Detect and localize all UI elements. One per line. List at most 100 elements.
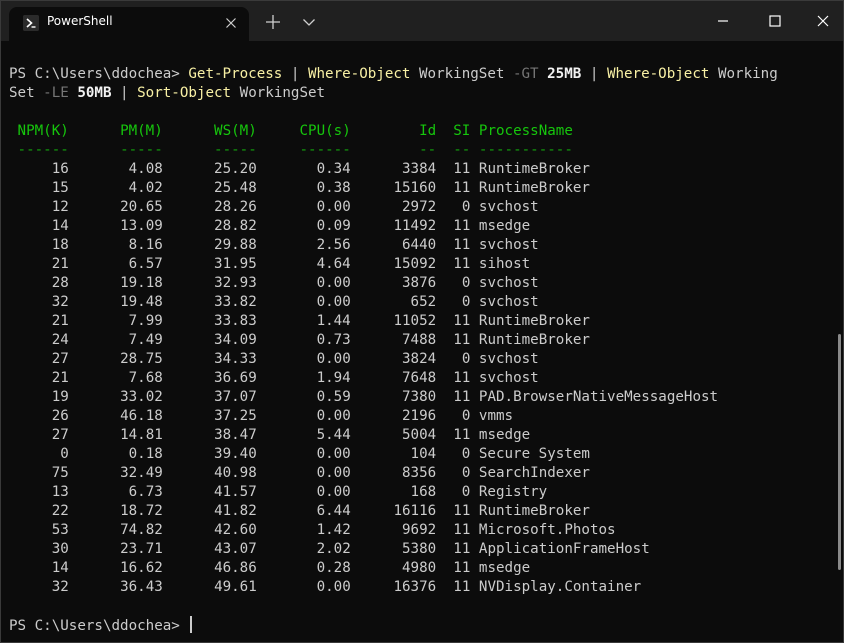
table-separator: ------ ----- ----- ------ -- -- --------…	[9, 141, 573, 160]
cell-3: 2.02	[316, 541, 351, 557]
cell-2: 34.33	[214, 351, 257, 367]
cell-2: 46.86	[214, 560, 257, 576]
column-header-6: ProcessName	[478, 123, 573, 139]
table-row: 21 6.57 31.95 4.64 15092 11 sihost	[9, 255, 530, 274]
cell-1: 7.49	[128, 332, 163, 348]
cell-2: 33.82	[214, 294, 257, 310]
scrollbar[interactable]	[838, 334, 841, 570]
plus-icon[interactable]	[263, 12, 283, 32]
maximize-icon[interactable]	[763, 9, 787, 33]
cell-6: Registry	[478, 484, 548, 500]
cell-0: 12	[51, 199, 69, 215]
cell-1: 7.99	[128, 313, 163, 329]
cell-1: 6.73	[128, 484, 163, 500]
cell-0: 28	[51, 275, 69, 291]
cell-1: 6.57	[128, 256, 163, 272]
table-row: 22 18.72 41.82 6.44 16116 11 RuntimeBrok…	[9, 502, 590, 521]
cell-6: svchost	[478, 237, 539, 253]
command-token: WorkingSet	[410, 66, 513, 82]
chevron-down-icon[interactable]	[299, 12, 319, 32]
command-token: Where-Object	[307, 66, 411, 82]
cell-5: 11	[453, 180, 471, 196]
table-row: 18 8.16 29.88 2.56 6440 11 svchost	[9, 236, 539, 255]
command-token: Get-Process	[188, 66, 283, 82]
terminal-output[interactable]: PS C:\Users\ddochea> Get-Process | Where…	[1, 41, 843, 642]
cell-5: 11	[453, 237, 471, 253]
cell-0: 15	[51, 180, 69, 196]
cell-3: 0.00	[316, 199, 351, 215]
title-bar: PowerShell	[1, 1, 843, 41]
cell-1: 8.16	[128, 237, 163, 253]
cell-0: 24	[51, 332, 69, 348]
cell-2: 32.93	[214, 275, 257, 291]
close-icon[interactable]	[223, 15, 239, 31]
cell-2: 29.88	[214, 237, 257, 253]
cell-3: 0.34	[316, 161, 351, 177]
cell-2: 40.98	[214, 465, 257, 481]
window-close-icon[interactable]	[811, 9, 835, 33]
cell-0: 14	[51, 218, 69, 234]
prompt-line: PS C:\Users\ddochea>	[9, 616, 193, 635]
cell-6: SearchIndexer	[478, 465, 590, 481]
cell-2: 43.07	[214, 541, 257, 557]
minimize-icon[interactable]	[711, 9, 735, 33]
cell-6: RuntimeBroker	[478, 161, 590, 177]
tab-powershell[interactable]: PowerShell	[9, 7, 249, 41]
table-row: 53 74.82 42.60 1.42 9692 11 Microsoft.Ph…	[9, 521, 616, 540]
